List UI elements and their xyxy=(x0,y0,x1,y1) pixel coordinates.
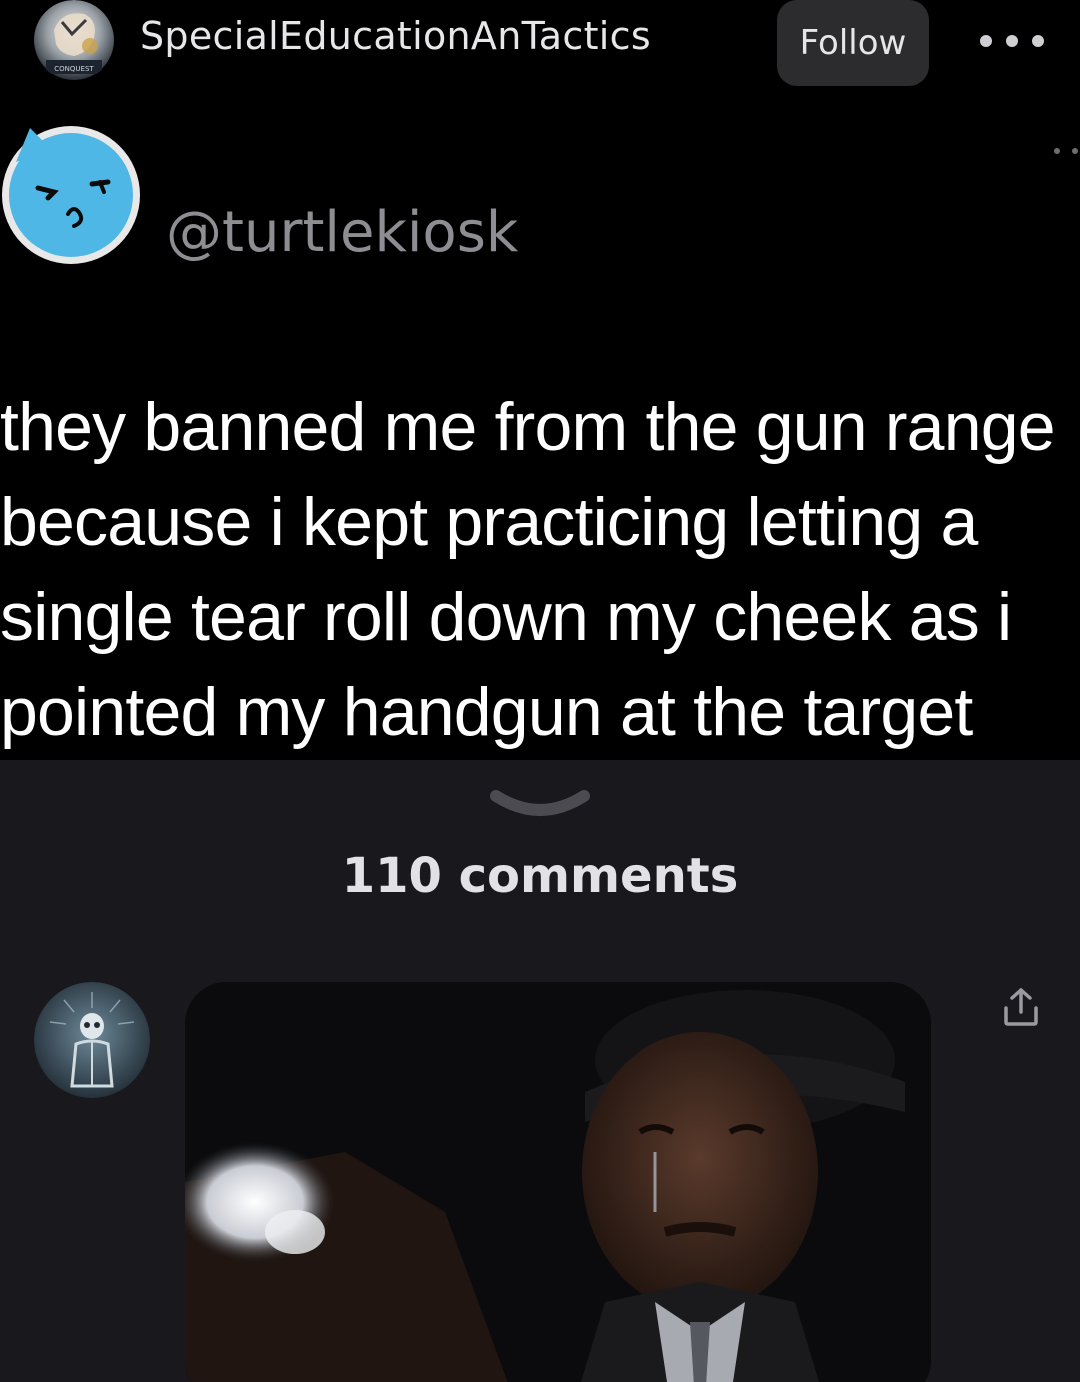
tweet-text: they banned me from the gun range becaus… xyxy=(0,380,1080,760)
post-screen: CONQUEST SpecialEducationAnTactics Follo… xyxy=(0,0,1080,1382)
comments-count: 110 comments xyxy=(341,848,739,904)
tweet-more-icon xyxy=(1054,148,1078,156)
post-header: CONQUEST SpecialEducationAnTactics Follo… xyxy=(0,0,1080,100)
tweet-line: they banned me from the gun range xyxy=(0,389,1056,465)
share-upload-icon[interactable] xyxy=(1000,986,1042,1028)
avatar-badge-text: CONQUEST xyxy=(54,65,94,73)
poster-avatar[interactable]: CONQUEST xyxy=(32,0,116,80)
follow-button[interactable]: Follow xyxy=(777,0,929,86)
tweet-line: because i kept practicing letting a xyxy=(0,484,978,560)
poster-username[interactable]: SpecialEducationAnTactics xyxy=(140,14,651,58)
commenter-avatar[interactable] xyxy=(34,982,150,1098)
tweet-handle: @turtlekiosk xyxy=(166,200,519,265)
tweet-line: single tear roll down my cheek as i xyxy=(0,579,1012,655)
tweet-author-avatar xyxy=(0,122,142,268)
comment-image[interactable] xyxy=(185,982,931,1382)
more-horizontal-icon[interactable] xyxy=(980,28,1044,54)
tweet-line: pointed my handgun at the target xyxy=(0,674,973,750)
chevron-down-icon[interactable] xyxy=(490,784,590,824)
tweet-screenshot: @turtlekiosk they banned me from the gun… xyxy=(0,100,1080,760)
comments-sheet: 110 comments xyxy=(0,760,1080,1382)
